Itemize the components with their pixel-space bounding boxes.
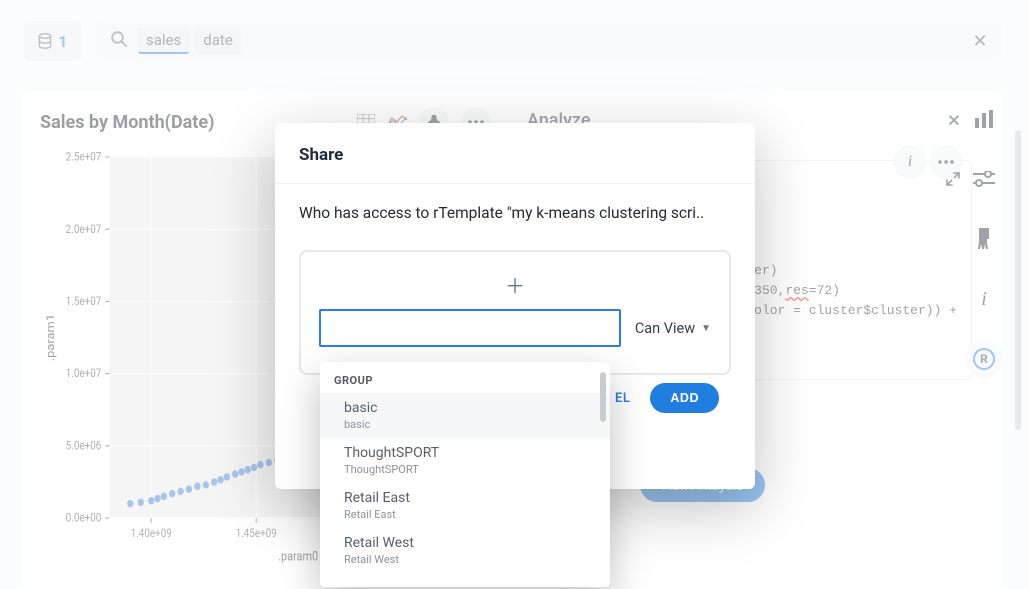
top-bar: 1 sales date ✕	[24, 20, 1001, 62]
svg-text:5.0e+06: 5.0e+06	[66, 439, 102, 453]
info-icon[interactable]: i	[895, 147, 925, 177]
cancel-button[interactable]: EL	[615, 391, 630, 406]
svg-text:1.40e+09: 1.40e+09	[131, 526, 172, 540]
info-icon[interactable]: i	[965, 280, 1003, 318]
add-button[interactable]: ADD	[650, 383, 719, 413]
search-icon	[110, 30, 128, 52]
close-icon[interactable]: ✕	[969, 30, 991, 52]
scrollbar-thumb[interactable]	[600, 372, 606, 422]
group-option[interactable]: Retail EastRetail East	[320, 483, 610, 528]
group-popover: GROUP basicbasicThoughtSPORTThoughtSPORT…	[320, 362, 610, 587]
popover-heading: GROUP	[320, 374, 610, 393]
svg-text:1.5e+07: 1.5e+07	[66, 294, 102, 308]
brush-icon[interactable]	[965, 220, 1003, 258]
svg-text:2.0e+07: 2.0e+07	[66, 222, 102, 236]
chevron-down-icon: ▼	[701, 323, 711, 334]
search-token[interactable]: sales	[138, 28, 189, 54]
expand-icon[interactable]	[945, 171, 961, 191]
app-root: 1 sales date ✕ Sales by Month(Date)	[0, 0, 1029, 589]
share-box: ＋ Can View ▼	[299, 250, 731, 375]
svg-text:1.45e+09: 1.45e+09	[236, 526, 277, 540]
svg-text:.param0: .param0	[278, 548, 318, 563]
group-option[interactable]: ThoughtSPORTThoughtSPORT	[320, 438, 610, 483]
search-token[interactable]: date	[195, 28, 240, 54]
code-snippet: 20)uster)ht=350,res=72), color = cluster…	[731, 241, 957, 322]
svg-text:0.0e+00: 0.0e+00	[66, 511, 102, 525]
database-icon	[38, 33, 52, 49]
datasource-count: 1	[58, 32, 67, 51]
scrollbar-thumb[interactable]	[1015, 130, 1021, 430]
close-icon[interactable]: ✕	[940, 106, 968, 134]
share-input[interactable]	[319, 309, 621, 347]
modal-title: Share	[275, 123, 755, 184]
group-option[interactable]: Retail WestRetail West	[320, 528, 610, 573]
group-option[interactable]: basicbasic	[320, 393, 610, 438]
chart-title: Sales by Month(Date)	[40, 112, 214, 133]
bar-chart-icon[interactable]	[965, 100, 1003, 138]
modal-actions: EL ADD	[615, 383, 719, 413]
svg-text:.param1: .param1	[44, 314, 57, 361]
search-tokens: sales date	[138, 28, 241, 54]
r-icon[interactable]: R	[965, 340, 1003, 378]
permission-label: Can View	[635, 320, 695, 337]
side-rail: i R	[965, 100, 1003, 378]
permission-dropdown[interactable]: Can View ▼	[635, 320, 711, 337]
search-bar[interactable]: sales date ✕	[96, 20, 1001, 62]
share-question: Who has access to rTemplate "my k-means …	[299, 204, 731, 222]
datasource-chip[interactable]: 1	[24, 21, 82, 61]
plus-icon[interactable]: ＋	[319, 270, 711, 299]
svg-text:1.0e+07: 1.0e+07	[66, 366, 102, 380]
sliders-icon[interactable]	[965, 160, 1003, 198]
svg-text:2.5e+07: 2.5e+07	[66, 150, 102, 164]
